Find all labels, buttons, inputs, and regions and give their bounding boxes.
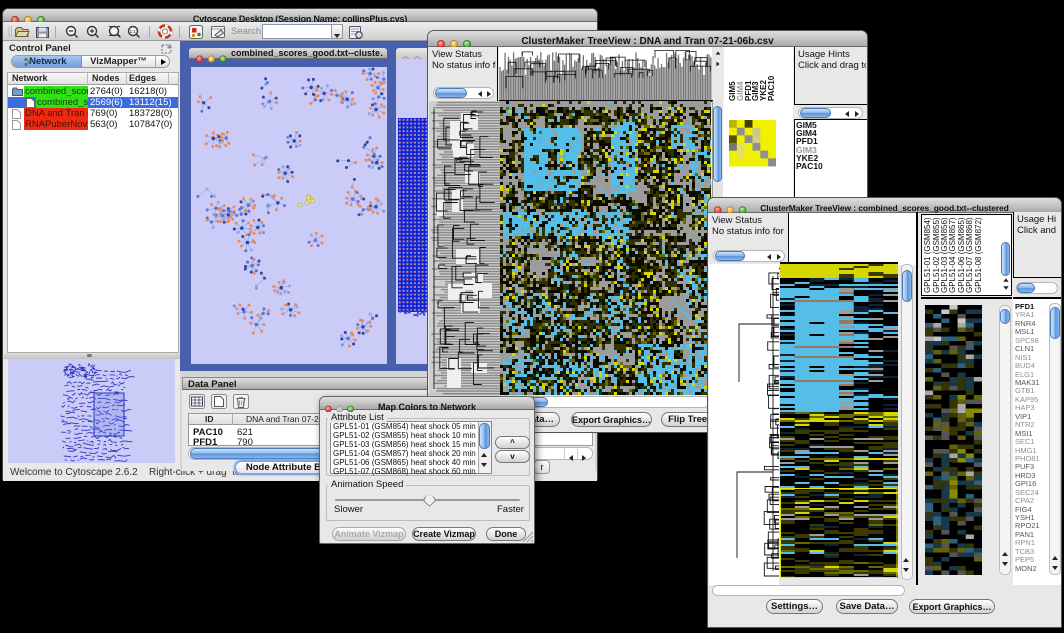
svg-text:1:1: 1:1 [130,29,137,34]
